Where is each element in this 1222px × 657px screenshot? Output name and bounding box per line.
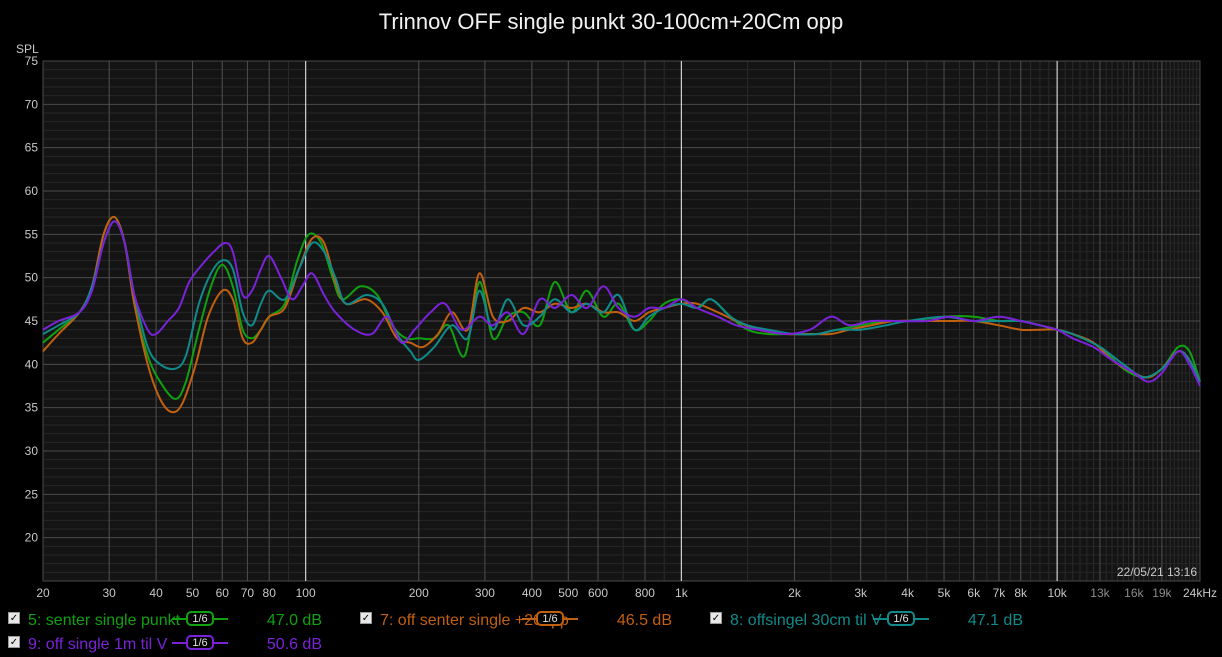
- y-axis-label: SPL: [16, 42, 39, 56]
- smoothing-label: 1/6: [186, 635, 214, 650]
- series-checkbox[interactable]: ✓: [710, 612, 722, 624]
- legend-item: ✓ 7: off senter single +20opp 1/6 46.5 dB: [360, 609, 677, 629]
- x-tick-label: 5k: [938, 586, 952, 600]
- x-tick-label: 60: [216, 586, 230, 600]
- legend-series-name: 9: off single 1m til V: [28, 636, 168, 653]
- smoothing-label: 1/6: [887, 611, 915, 626]
- frequency-response-plot[interactable]: 75 70 65 60 55 50 45 40 35 30 25 20 SPL 20 30 40 50 60 70 8…: [0, 0, 1222, 657]
- series-checkbox[interactable]: ✓: [8, 612, 20, 624]
- x-tick-label: 10k: [1047, 586, 1067, 600]
- legend-item: ✓ 9: off single 1m til V 1/6 50.6 dB: [8, 633, 327, 653]
- y-tick-label: 60: [25, 184, 39, 198]
- y-tick-label: 75: [25, 54, 39, 68]
- smoothing-label: 1/6: [186, 611, 214, 626]
- x-tick-label: 7k: [993, 586, 1007, 600]
- legend-level-value: 50.6 dB: [266, 636, 322, 653]
- legend-level-value: 47.1 dB: [967, 612, 1023, 629]
- legend-level-value: 47.0 dB: [266, 612, 322, 629]
- x-tick-label: 20: [36, 586, 50, 600]
- series-checkbox[interactable]: ✓: [8, 636, 20, 648]
- smoothing-selector[interactable]: 1/6: [522, 609, 578, 629]
- legend-item: ✓ 8: offsingel 30cm til V 1/6 47.1 dB: [710, 609, 1028, 629]
- x-tick-label: 300: [475, 586, 495, 600]
- x-tick-label: 19k: [1152, 586, 1172, 600]
- x-tick-label: 100: [296, 586, 316, 600]
- legend-series-name: 8: offsingel 30cm til V: [730, 612, 882, 629]
- smoothing-selector[interactable]: 1/6: [172, 633, 228, 653]
- y-tick-label: 65: [25, 141, 39, 155]
- y-tick-label: 20: [25, 531, 39, 545]
- x-tick-label: 30: [102, 586, 116, 600]
- y-tick-label: 35: [25, 401, 39, 415]
- x-tick-label: 8k: [1014, 586, 1028, 600]
- y-tick-label: 40: [25, 357, 39, 371]
- x-tick-label: 70: [241, 586, 255, 600]
- smoothing-selector[interactable]: 1/6: [873, 609, 929, 629]
- x-tick-label: 800: [635, 586, 655, 600]
- y-tick-label: 50: [25, 271, 39, 285]
- x-tick-label: 80: [263, 586, 277, 600]
- x-tick-label: 4k: [901, 586, 915, 600]
- x-tick-label: 2k: [788, 586, 802, 600]
- x-tick-label: 24kHz: [1183, 586, 1217, 600]
- y-tick-label: 55: [25, 227, 39, 241]
- y-tick-label: 30: [25, 444, 39, 458]
- x-tick-label: 200: [409, 586, 429, 600]
- legend-series-name: 5: senter single punkt: [28, 612, 181, 629]
- y-tick-label: 70: [25, 97, 39, 111]
- x-tick-label: 6k: [967, 586, 981, 600]
- legend-level-value: 46.5 dB: [616, 612, 672, 629]
- legend-item: ✓ 5: senter single punkt 1/6 47.0 dB: [8, 609, 327, 629]
- x-tick-label: 50: [186, 586, 200, 600]
- timestamp-label: 22/05/21 13:16: [1117, 565, 1197, 579]
- y-tick-label: 25: [25, 487, 39, 501]
- y-tick-label: 45: [25, 314, 39, 328]
- x-tick-label: 13k: [1090, 586, 1110, 600]
- x-tick-label: 16k: [1124, 586, 1144, 600]
- smoothing-selector[interactable]: 1/6: [172, 609, 228, 629]
- series-checkbox[interactable]: ✓: [360, 612, 372, 624]
- smoothing-label: 1/6: [536, 611, 564, 626]
- x-tick-label: 3k: [854, 586, 868, 600]
- x-tick-label: 500: [558, 586, 578, 600]
- x-tick-label: 40: [149, 586, 163, 600]
- x-tick-label: 1k: [675, 586, 689, 600]
- x-tick-label: 600: [588, 586, 608, 600]
- x-tick-label: 400: [522, 586, 542, 600]
